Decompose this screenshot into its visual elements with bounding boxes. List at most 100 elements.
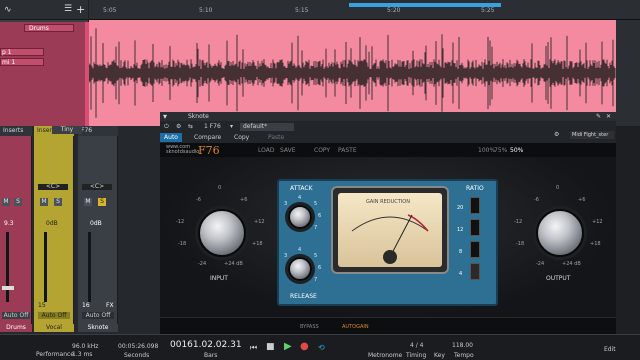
preset-selector[interactable]: default*	[240, 123, 294, 131]
copy-button[interactable]: Copy	[234, 134, 249, 141]
plugin-titlebar[interactable]: ▾ Sknote ✎ ✕	[160, 112, 616, 121]
menu-icon[interactable]: ▾	[163, 112, 167, 121]
edit-button[interactable]: Edit	[604, 346, 616, 353]
paste-button[interactable]: Paste	[268, 134, 284, 141]
release-label: RELEASE	[290, 293, 317, 300]
track-row-1[interactable]: p 1	[0, 48, 44, 56]
tempo-value[interactable]: 118.00	[452, 342, 473, 349]
solo-button[interactable]: S	[14, 198, 22, 206]
time-signature[interactable]: 4 / 4	[410, 342, 423, 349]
list-icon[interactable]: ☰	[64, 4, 72, 14]
output-knob[interactable]	[536, 209, 584, 257]
mute-button[interactable]: M	[40, 198, 48, 206]
channel-strip-vocal: <C> M S 0dB 15 Auto Off	[34, 136, 74, 324]
ratio-12-label: 12	[457, 227, 464, 233]
return-to-zero-icon[interactable]: ⏮	[250, 343, 257, 353]
instrument-icon[interactable]: ∿	[4, 5, 12, 15]
tab-inserts-1[interactable]: Inserts	[0, 126, 32, 136]
metronome-label: Metronome	[368, 352, 403, 359]
window-title: Sknote	[188, 113, 209, 120]
mute-button[interactable]: M	[84, 198, 92, 206]
automation-mode[interactable]: Auto Off	[2, 312, 30, 319]
output-scale-m18: -18	[516, 241, 525, 247]
automation-mode[interactable]: Auto Off	[38, 312, 70, 319]
output-scale-p12: +12	[592, 219, 603, 225]
input-scale-m12: -12	[176, 219, 185, 225]
mute-button[interactable]: M	[2, 198, 10, 206]
autogain-button[interactable]: AUTOGAIN	[342, 324, 369, 330]
arrange-scrollbar[interactable]	[616, 20, 640, 126]
plugin-slot-f76[interactable]: F76	[78, 126, 118, 136]
bars-readout[interactable]: 00161.02.02.31	[170, 340, 242, 350]
mute-label: M	[41, 198, 47, 205]
plugin-footer: BYPASS AUTOGAIN	[160, 317, 616, 334]
solo-button[interactable]: S	[54, 198, 62, 206]
chevron-down-icon[interactable]: ▾	[230, 123, 233, 130]
stop-icon[interactable]: ■	[266, 342, 275, 352]
fader-track[interactable]	[6, 232, 9, 302]
plugin-header: www.com sknotdsaudio F76 LOAD SAVE COPY …	[160, 131, 616, 157]
output-scale-m12: -12	[514, 219, 523, 225]
loop-icon[interactable]: ⟲	[318, 343, 325, 352]
channel-strip-sknote: <C> M S 0dB 16 FX Auto Off	[78, 136, 118, 324]
zoom-50[interactable]: 50%	[510, 147, 523, 154]
loop-range[interactable]	[349, 3, 501, 7]
paste-preset-button[interactable]: PASTE	[338, 147, 357, 154]
plugin-slot-selector[interactable]: 1 F76	[204, 123, 221, 130]
audio-event-drums[interactable]	[89, 20, 616, 126]
pin-icon[interactable]: ✎	[596, 112, 601, 121]
record-icon[interactable]: ●	[300, 341, 309, 352]
track-header-drums[interactable]: Drums p 1 mi 1	[0, 22, 85, 126]
input-scale-p12: +12	[254, 219, 265, 225]
sidechain-icon[interactable]: ⇆	[188, 123, 193, 130]
track-toolbar: ∿ ☰ +	[0, 0, 88, 20]
gear-icon[interactable]: ⚙	[554, 131, 559, 138]
ratio-20-button[interactable]	[470, 197, 480, 214]
input-knob[interactable]	[198, 209, 246, 257]
automation-mode[interactable]: Auto Off	[82, 312, 114, 319]
release-scale-4: 4	[298, 247, 302, 253]
copy-preset-button[interactable]: COPY	[314, 147, 330, 154]
routing-icon[interactable]: ⚙	[176, 123, 181, 130]
attack-label: ATTACK	[290, 185, 313, 192]
zoom-75[interactable]: 75%	[494, 147, 507, 154]
output-scale-m6: -6	[534, 197, 539, 203]
fader-track[interactable]	[44, 232, 47, 302]
ratio-20-label: 20	[457, 205, 464, 211]
bypass-button[interactable]: BYPASS	[300, 324, 319, 330]
auto-off-button[interactable]: Auto Off	[160, 133, 182, 150]
load-button[interactable]: LOAD	[258, 147, 274, 154]
attack-knob[interactable]	[288, 205, 312, 229]
fader-track[interactable]	[88, 232, 91, 302]
close-icon[interactable]: ✕	[606, 112, 611, 121]
ratio-4-button[interactable]	[470, 263, 480, 280]
solo-button[interactable]: S	[98, 198, 106, 206]
channel-name-sknote[interactable]: Sknote	[78, 324, 118, 332]
add-track-icon[interactable]: +	[76, 3, 85, 16]
channel-number: 16	[82, 302, 90, 309]
track-row-2[interactable]: mi 1	[0, 58, 44, 66]
channel-name-drums[interactable]: Drums	[0, 324, 32, 332]
release-scale-7: 7	[314, 277, 318, 283]
play-icon[interactable]: ▶	[284, 341, 292, 352]
fader-cap[interactable]	[2, 286, 14, 290]
pan-knob[interactable]: <C>	[82, 184, 112, 190]
power-icon[interactable]: ⏻	[164, 123, 169, 131]
save-button[interactable]: SAVE	[280, 147, 296, 154]
ratio-12-button[interactable]	[470, 219, 480, 236]
ratio-8-button[interactable]	[470, 241, 480, 258]
zoom-100[interactable]: 100%	[478, 147, 495, 154]
release-knob[interactable]	[288, 257, 312, 281]
seconds-readout[interactable]: 00:05:26.098	[118, 343, 158, 350]
compare-button[interactable]: Compare	[194, 134, 221, 141]
size-selector[interactable]: Tiny	[52, 126, 82, 134]
plugin-slot-label: F76	[81, 127, 93, 134]
attack-scale-3: 3	[284, 201, 288, 207]
volume-readout: 0dB	[90, 220, 102, 227]
ratio-label: RATIO	[466, 185, 484, 192]
track-name[interactable]: Drums	[24, 24, 74, 32]
pan-knob[interactable]: <C>	[38, 184, 68, 190]
mix-console: Inserts Inserts F76 Tiny M S 9.3 Auto Of…	[0, 126, 160, 334]
midi-selector[interactable]: Midi Fight_ster	[570, 131, 614, 139]
channel-name-vocal[interactable]: Vocal	[34, 324, 74, 332]
